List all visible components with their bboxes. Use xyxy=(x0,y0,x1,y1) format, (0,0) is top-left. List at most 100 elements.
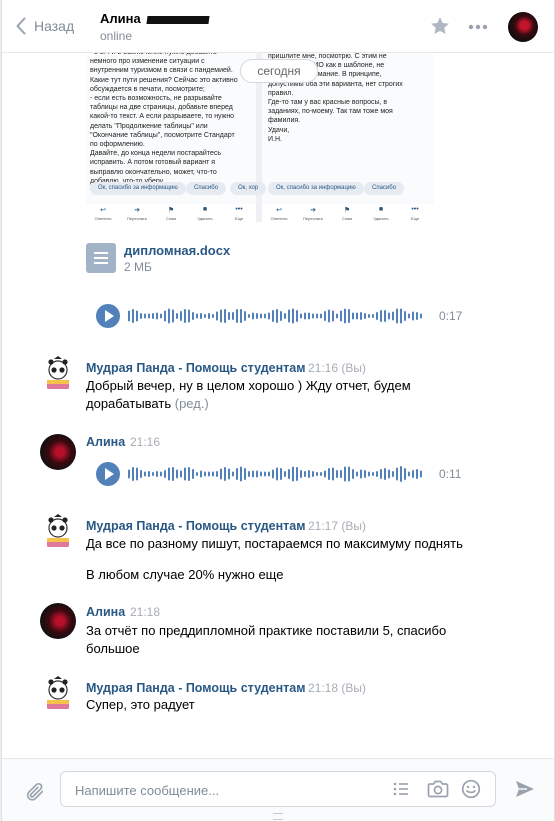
message-text: Супер, это радует xyxy=(86,697,195,712)
message-author[interactable]: Мудрая Панда - Помощь студентам xyxy=(86,361,305,375)
document-icon[interactable] xyxy=(86,243,116,273)
waveform-bar xyxy=(160,313,162,319)
screenshot-toolbar: ↩ Ответить ➔ Переслать ⚑ Спам ■ Удалить ••• Е… xyxy=(262,204,434,222)
voice-waveform[interactable] xyxy=(128,462,428,486)
message-text: Да все по разному пишут, постараемся по … xyxy=(86,536,463,551)
star-icon[interactable] xyxy=(429,15,451,37)
waveform-bar xyxy=(376,471,378,477)
waveform-bar xyxy=(416,469,418,479)
spam-icon: ⚑ xyxy=(343,207,351,214)
waveform-bar xyxy=(324,470,326,478)
waveform-bar xyxy=(228,312,230,320)
screenshot-line: таблицы на две страницы, добавьте вперед xyxy=(90,104,233,112)
waveform-bar xyxy=(328,468,330,480)
waveform-bar xyxy=(212,471,214,477)
document-name[interactable]: дипломная.docx xyxy=(124,243,230,258)
waveform-bar xyxy=(252,470,254,478)
peer-name[interactable]: Алина xyxy=(100,11,210,26)
waveform-bar xyxy=(148,471,150,477)
waveform-bar xyxy=(356,471,358,477)
back-button[interactable]: Назад xyxy=(16,14,74,38)
waveform-bar xyxy=(208,471,210,477)
message-author[interactable]: Мудрая Панда - Помощь студентам xyxy=(86,519,305,533)
waveform-bar xyxy=(216,311,218,321)
voice-waveform[interactable] xyxy=(128,304,428,328)
screenshot-left-column: - в 2.4 и в Заключение нужно добавить не… xyxy=(86,30,256,204)
waveform-bar xyxy=(340,470,342,478)
toolbar-label: Удалить xyxy=(373,216,389,221)
avatar[interactable] xyxy=(40,356,76,392)
waveform-bar xyxy=(416,312,418,320)
waveform-bar xyxy=(404,311,406,321)
message-body: Добрый вечер, ну в целом хорошо ) Жду от… xyxy=(86,378,411,411)
waveform-bar xyxy=(260,313,262,319)
waveform-bar xyxy=(420,470,422,478)
waveform-bar xyxy=(164,310,166,322)
more-icon[interactable] xyxy=(468,24,488,30)
chat-panel: Назад Алина online - в 2.4 и в Заключени… xyxy=(1,0,555,821)
waveform-bar xyxy=(336,313,338,319)
screenshot-line: делать "Продолжение таблицы" или xyxy=(90,122,208,130)
voice-duration: 0:11 xyxy=(439,467,462,481)
screenshot-line: заданиях, по-моему. Так там тоже моя xyxy=(268,108,393,116)
waveform-bar xyxy=(160,471,162,477)
avatar[interactable] xyxy=(40,676,76,712)
waveform-bar xyxy=(240,309,242,323)
forward-icon: ➔ xyxy=(310,207,316,214)
waveform-bar xyxy=(200,313,202,319)
waveform-bar xyxy=(168,467,170,481)
peer-status: online xyxy=(100,29,133,43)
waveform-bar xyxy=(364,470,366,478)
waveform-bar xyxy=(364,313,366,319)
waveform-bar xyxy=(192,469,194,479)
message-author[interactable]: Алина xyxy=(86,435,125,449)
waveform-bar xyxy=(152,313,154,319)
message-input[interactable] xyxy=(73,780,377,800)
screenshot-line: Удачи, xyxy=(268,126,290,134)
waveform-bar xyxy=(244,468,246,480)
waveform-bar xyxy=(340,310,342,322)
screenshot-quick-reply: Спасибо xyxy=(364,182,405,195)
avatar[interactable] xyxy=(40,434,76,470)
waveform-bar xyxy=(176,469,178,479)
waveform-bar xyxy=(248,471,250,477)
waveform-bar xyxy=(388,469,390,479)
list-icon[interactable] xyxy=(391,779,411,799)
message-time: 21:16 xyxy=(130,435,161,449)
waveform-bar xyxy=(200,470,202,478)
waveform-bar xyxy=(168,308,170,324)
redacted-surname xyxy=(146,15,210,24)
message-author[interactable]: Мудрая Панда - Помощь студентам xyxy=(86,681,305,695)
waveform-bar xyxy=(148,313,150,319)
waveform-bar xyxy=(384,468,386,480)
toolbar-label: Еще xyxy=(234,216,244,221)
waveform-bar xyxy=(224,467,226,481)
play-button[interactable] xyxy=(96,304,120,328)
waveform-bar xyxy=(136,310,138,322)
send-icon[interactable] xyxy=(514,779,536,799)
play-button[interactable] xyxy=(96,462,120,486)
spam-icon: ⚑ xyxy=(167,207,175,214)
avatar[interactable] xyxy=(40,603,76,639)
more-icon: ••• xyxy=(411,206,419,213)
screenshot-line: Какие тут пути решения? Сейчас это актив… xyxy=(90,76,238,84)
waveform-bar xyxy=(332,310,334,322)
waveform-bar xyxy=(396,308,398,324)
message-input-box[interactable] xyxy=(60,771,496,807)
waveform-bar xyxy=(284,313,286,319)
waveform-bar xyxy=(288,309,290,323)
waveform-bar xyxy=(388,312,390,320)
avatar[interactable] xyxy=(40,514,76,550)
paperclip-icon[interactable] xyxy=(24,781,46,803)
smile-icon[interactable] xyxy=(461,779,481,799)
waveform-bar xyxy=(304,312,306,320)
waveform-bar xyxy=(352,312,354,320)
waveform-bar xyxy=(400,308,402,324)
resize-grip-icon[interactable] xyxy=(273,813,283,820)
waveform-bar xyxy=(412,311,414,321)
waveform-bar xyxy=(372,472,374,476)
camera-icon[interactable] xyxy=(427,779,449,799)
message-author[interactable]: Алина xyxy=(86,605,125,619)
peer-avatar[interactable] xyxy=(508,12,538,42)
waveform-bar xyxy=(212,314,214,318)
